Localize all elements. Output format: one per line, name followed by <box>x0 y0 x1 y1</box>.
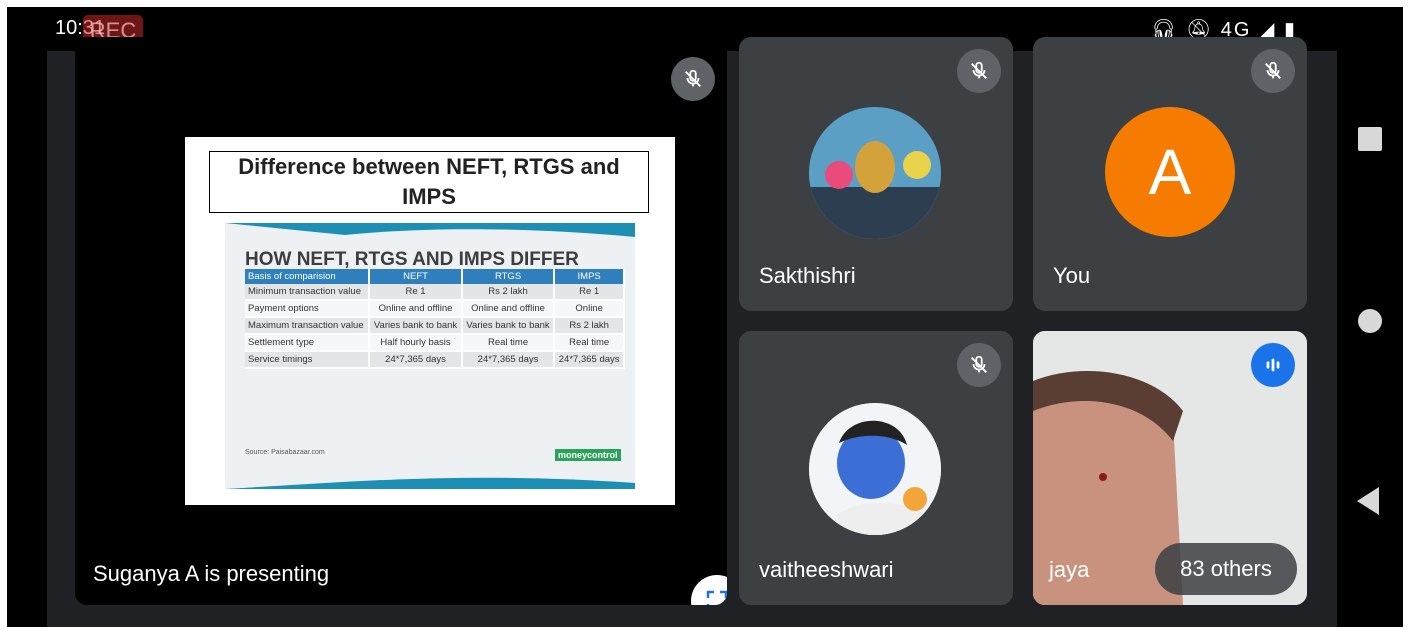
slide-source: Source: Paisabazaar.com <box>245 449 325 456</box>
mic-off-icon <box>957 49 1001 93</box>
table-cell: Rs 2 lakh <box>554 317 625 335</box>
fullscreen-icon <box>706 590 727 605</box>
participant-tile-sakthishri[interactable]: Sakthishri <box>739 37 1013 311</box>
table-cell: Re 1 <box>369 284 463 301</box>
table-cell: Real time <box>554 334 625 352</box>
back-icon[interactable] <box>1357 487 1379 515</box>
table-cell: Maximum transaction value <box>245 317 371 335</box>
slide-title: Difference between NEFT, RTGS and IMPS <box>209 151 649 213</box>
mic-off-icon <box>671 57 715 101</box>
recents-icon[interactable] <box>1358 127 1382 151</box>
mic-off-icon <box>1251 49 1295 93</box>
participant-name: jaya <box>1049 557 1090 582</box>
table-cell: Varies bank to bank <box>369 317 463 335</box>
avatar-initial: A <box>1105 107 1235 237</box>
presentation-tile[interactable]: Difference between NEFT, RTGS and IMPS H… <box>75 37 727 605</box>
slide-heading: HOW NEFT, RTGS AND IMPS DIFFER <box>245 249 579 270</box>
participant-name: Sakthishri <box>759 263 856 288</box>
table-row: Service timings 24*7,365 days 24*7,365 d… <box>245 351 625 369</box>
moneycontrol-logo: moneycontrol <box>555 449 621 461</box>
fullscreen-button[interactable] <box>691 575 727 605</box>
table-row: Settlement type Half hourly basis Real t… <box>245 334 625 352</box>
table-cell: Varies bank to bank <box>461 317 556 335</box>
avatar <box>809 403 941 535</box>
table-header: NEFT <box>369 269 463 284</box>
table-cell: Rs 2 lakh <box>461 284 556 301</box>
phone-screen: 10:31 REC 🎧︎ 🔕︎ 4G ◢ ▮ Difference betwee… <box>7 7 1403 627</box>
table-header: RTGS <box>461 269 556 284</box>
table-cell: 24*7,365 days <box>461 351 556 369</box>
table-cell: Service timings <box>245 351 371 369</box>
table-row: Payment options Online and offline Onlin… <box>245 300 625 318</box>
meet-stage: 10:31 REC 🎧︎ 🔕︎ 4G ◢ ▮ Difference betwee… <box>47 7 1337 627</box>
table-cell: Online <box>554 300 625 318</box>
table-cell: 24*7,365 days <box>369 351 463 369</box>
home-icon[interactable] <box>1358 309 1382 333</box>
table-header: IMPS <box>554 269 625 284</box>
avatar <box>809 107 941 239</box>
table-cell: Payment options <box>245 300 371 318</box>
slide-image: HOW NEFT, RTGS AND IMPS DIFFER Basis of … <box>225 223 635 489</box>
table-cell: Settlement type <box>245 334 371 352</box>
table-cell: Online and offline <box>369 300 463 318</box>
participant-name: vaitheeshwari <box>759 557 894 582</box>
participant-name: You <box>1053 263 1091 288</box>
table-cell: Real time <box>461 334 556 352</box>
mic-off-icon <box>957 343 1001 387</box>
table-header: Basis of comparision <box>245 269 371 284</box>
participant-tile-vaitheeshwari[interactable]: vaitheeshwari <box>739 331 1013 605</box>
comparison-table: Basis of comparision NEFT RTGS IMPS Mini… <box>245 269 625 369</box>
participant-tile-you[interactable]: A You <box>1033 37 1307 311</box>
table-cell: Half hourly basis <box>369 334 463 352</box>
presenter-label: Suganya A is presenting <box>93 561 330 586</box>
speaking-indicator-icon <box>1251 343 1295 387</box>
table-cell: 24*7,365 days <box>554 351 625 369</box>
table-row: Maximum transaction value Varies bank to… <box>245 317 625 335</box>
table-cell: Re 1 <box>554 284 625 301</box>
shared-slide: Difference between NEFT, RTGS and IMPS H… <box>185 137 675 505</box>
table-cell: Minimum transaction value <box>245 284 371 301</box>
table-row: Minimum transaction value Re 1 Rs 2 lakh… <box>245 284 625 301</box>
others-count-button[interactable]: 83 others <box>1155 543 1297 595</box>
table-cell: Online and offline <box>461 300 556 318</box>
android-nav-bar <box>1337 7 1403 627</box>
